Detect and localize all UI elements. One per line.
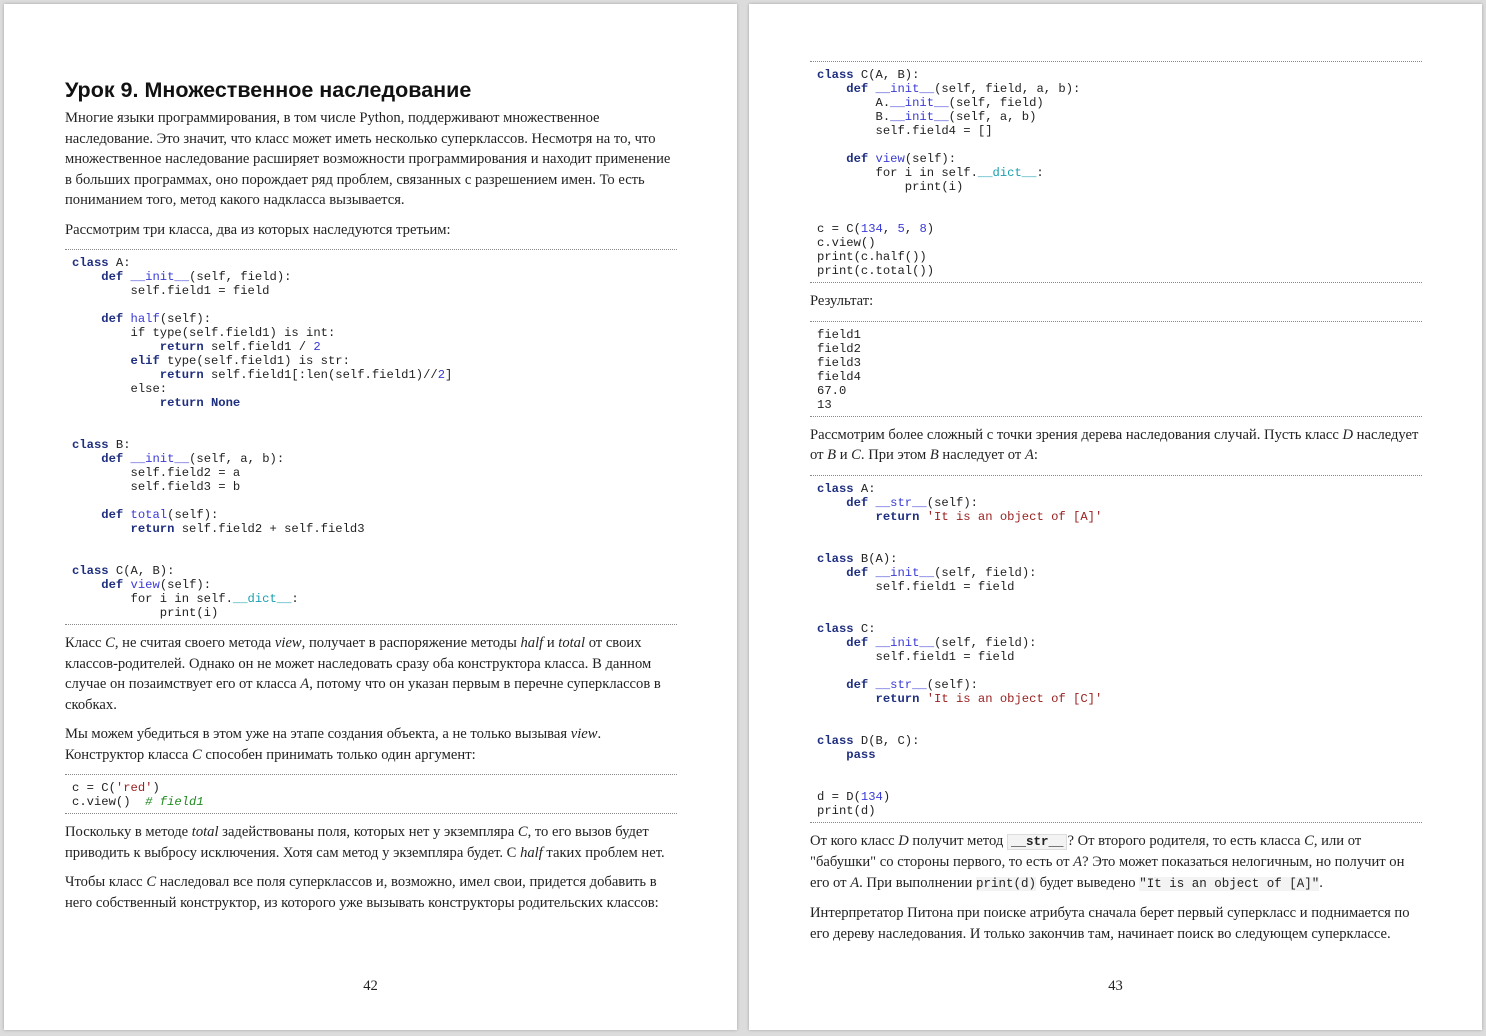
- text-run: Результат:: [810, 293, 874, 309]
- code-block: class A: def __init__(self, field): self…: [65, 249, 677, 625]
- code-text: class C(A, B): def __init__(self, field,…: [817, 68, 1081, 278]
- code-text: c = C('red') c.view() # field1: [72, 781, 204, 809]
- text-run: . При этом: [860, 447, 930, 463]
- text-run: , не считая своего метода: [114, 635, 275, 651]
- page-content: Урок 9. Множественное наследование Многи…: [65, 76, 677, 922]
- paragraph: Чтобы класс C наследовал все поля суперк…: [65, 872, 677, 913]
- text-run: получит метод: [908, 832, 1007, 849]
- italic-term: C: [851, 447, 861, 463]
- code-block: c = C('red') c.view() # field1: [65, 774, 677, 814]
- text-run: ? От второго родителя, то есть класса: [1067, 832, 1305, 849]
- italic-term: total: [191, 824, 219, 840]
- page-content: class C(A, B): def __init__(self, field,…: [810, 61, 1422, 953]
- code-text: field1 field2 field3 field4 67.0 13: [817, 327, 861, 412]
- text-run: Класс: [65, 635, 106, 651]
- code-block: class C(A, B): def __init__(self, field,…: [810, 61, 1422, 283]
- italic-term: C: [191, 746, 202, 763]
- italic-term: D: [898, 832, 909, 849]
- text-run: . При выполнении: [859, 874, 976, 891]
- text-run: :: [1033, 447, 1038, 463]
- text-run: и: [836, 447, 852, 463]
- paragraph: От кого класс D получит метод __str__? О…: [810, 831, 1422, 895]
- paragraph: Многие языки программирования, в том чис…: [65, 108, 677, 211]
- text-run: наследует от: [938, 447, 1025, 463]
- italic-term: total: [558, 635, 586, 651]
- paragraph: Рассмотрим более сложный с точки зрения …: [810, 425, 1422, 466]
- text-run: будет выведено: [1035, 874, 1140, 891]
- text-run: и: [543, 635, 559, 651]
- italic-term: half: [520, 635, 544, 651]
- italic-term: A: [300, 676, 310, 692]
- italic-term: view: [570, 726, 598, 742]
- page-number: 42: [363, 978, 378, 994]
- text-run: Многие языки программирования, в том чис…: [65, 110, 671, 208]
- italic-term: C: [517, 824, 528, 840]
- code-text: class A: def __str__(self): return 'It i…: [817, 481, 1103, 818]
- italic-term: half: [520, 844, 543, 861]
- inline-code: __str__: [1006, 833, 1068, 850]
- text-run: Мы можем убедиться в этом уже на этапе с…: [65, 726, 571, 742]
- italic-term: C: [146, 874, 157, 890]
- text-run: Интерпретатор Питона при поиске атрибута…: [810, 905, 1410, 942]
- italic-term: A: [1073, 854, 1083, 870]
- italic-term: A: [1024, 447, 1034, 463]
- italic-term: B: [827, 447, 837, 463]
- paragraph: Интерпретатор Питона при поиске атрибута…: [810, 903, 1422, 944]
- italic-term: B: [929, 447, 939, 463]
- paragraph: Мы можем убедиться в этом уже на этапе с…: [65, 724, 677, 765]
- inline-code: "It is an object of [A]": [1139, 876, 1320, 891]
- paragraph: Результат:: [810, 291, 1422, 312]
- code-block: class A: def __str__(self): return 'It i…: [810, 474, 1422, 823]
- text-run: Рассмотрим три класса, два из которых на…: [65, 221, 451, 238]
- italic-term: C: [105, 635, 115, 651]
- italic-term: view: [274, 635, 302, 651]
- text-run: От кого класс: [810, 832, 899, 849]
- paragraph: Поскольку в методе total задействованы п…: [65, 822, 677, 863]
- page-number: 43: [1108, 978, 1123, 994]
- italic-term: D: [1342, 426, 1354, 443]
- italic-term: A: [850, 874, 860, 891]
- paragraph: Класс C, не считая своего метода view, п…: [65, 633, 677, 715]
- text-run: , получает в распоряжение методы: [301, 635, 521, 651]
- text-run: Чтобы класс: [65, 874, 147, 890]
- lesson-title: Урок 9. Множественное наследование: [65, 78, 472, 102]
- output-block: field1 field2 field3 field4 67.0 13: [810, 320, 1422, 417]
- text-run: способен принимать только один аргумент:: [201, 746, 476, 763]
- code-text: class A: def __init__(self, field): self…: [72, 256, 453, 620]
- inline-code: print(d): [975, 876, 1036, 891]
- text-run: Рассмотрим более сложный с точки зрения …: [810, 426, 1343, 443]
- page-42: Урок 9. Множественное наследование Многи…: [4, 4, 737, 1030]
- paragraph: Рассмотрим три класса, два из которых на…: [65, 220, 677, 241]
- text-run: таких проблем нет.: [542, 844, 665, 861]
- text-run: .: [1319, 874, 1323, 891]
- text-run: Поскольку в методе: [65, 824, 192, 840]
- page-43: class C(A, B): def __init__(self, field,…: [749, 4, 1482, 1030]
- italic-term: C: [1304, 832, 1314, 849]
- text-run: задействованы поля, которых нет у экземп…: [218, 824, 518, 840]
